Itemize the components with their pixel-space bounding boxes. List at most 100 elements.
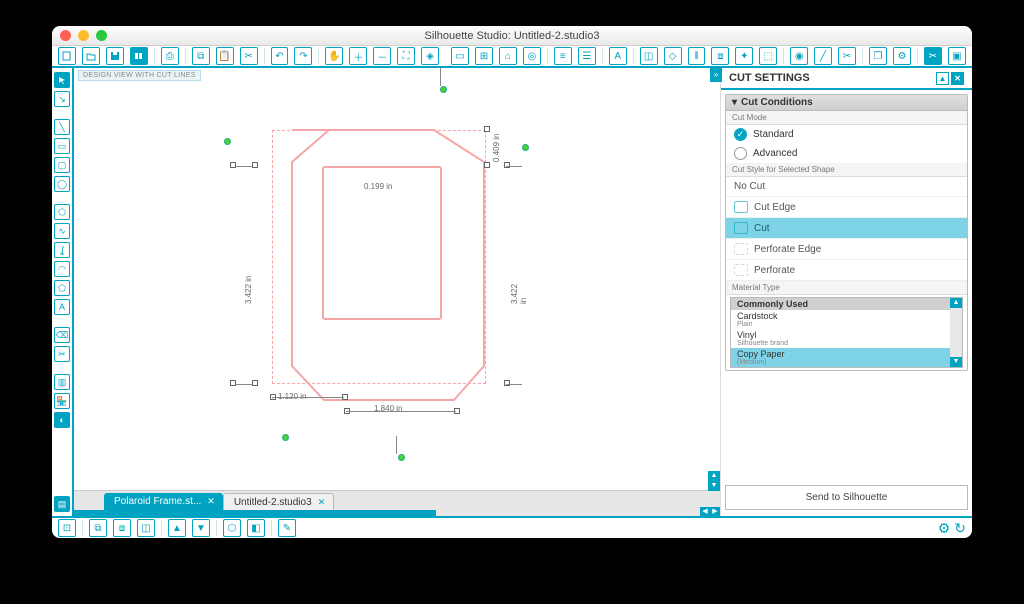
save-button[interactable] xyxy=(106,47,124,65)
offset-button[interactable]: ◫ xyxy=(640,47,658,65)
panel-up-button[interactable]: ▲ xyxy=(936,72,949,85)
resize-handle[interactable] xyxy=(484,162,490,168)
rounded-rect-tool[interactable]: ▢ xyxy=(54,157,70,173)
registration-button[interactable]: ⌂ xyxy=(499,47,517,65)
weld-button[interactable]: ⬡ xyxy=(223,519,241,537)
cut-style-perforate-edge[interactable]: Perforate Edge xyxy=(726,239,967,260)
page-settings-button[interactable]: ▭ xyxy=(451,47,469,65)
knife-button[interactable]: ✂ xyxy=(838,47,856,65)
cut-mode-standard[interactable]: Standard xyxy=(726,125,967,144)
text-button[interactable]: A xyxy=(609,47,627,65)
resize-handle[interactable] xyxy=(484,126,490,132)
crop-button[interactable]: ◧ xyxy=(247,519,265,537)
pan-button[interactable]: ✋ xyxy=(325,47,343,65)
compound-button[interactable]: ◫ xyxy=(137,519,155,537)
sketch-button[interactable]: ╱ xyxy=(814,47,832,65)
tab-polaroid[interactable]: Polaroid Frame.st... ✕ xyxy=(104,493,223,511)
horizontal-scrollbar[interactable]: ◀ ▶ xyxy=(74,510,720,516)
nesting-button[interactable]: ⬚ xyxy=(759,47,777,65)
notebook-tool[interactable]: ▥ xyxy=(54,374,70,390)
scroll-right-button[interactable]: ▶ xyxy=(710,507,720,516)
rhinestone-button[interactable]: ◉ xyxy=(790,47,808,65)
cut-mode-advanced[interactable]: Advanced xyxy=(726,144,967,163)
rotate-handle[interactable] xyxy=(282,434,289,441)
bring-front-button[interactable]: ▲ xyxy=(168,519,186,537)
panel-close-button[interactable]: ✕ xyxy=(951,72,964,85)
fill-button[interactable]: ☰ xyxy=(578,47,596,65)
scroll-left-button[interactable]: ◀ xyxy=(700,507,710,516)
resize-handle[interactable] xyxy=(230,162,236,168)
print-button[interactable]: ⎙ xyxy=(161,47,179,65)
resize-handle[interactable] xyxy=(504,380,510,386)
resize-handle[interactable] xyxy=(504,162,510,168)
modify-button[interactable]: ✦ xyxy=(735,47,753,65)
scroll-down-icon[interactable]: ▼ xyxy=(950,357,962,367)
library-button[interactable] xyxy=(130,47,148,65)
material-cardstock[interactable]: Cardstock Plain xyxy=(731,310,962,329)
rotate-handle[interactable] xyxy=(398,454,405,461)
curve-tool[interactable]: ∿ xyxy=(54,223,70,239)
misc-tool[interactable]: ◐ xyxy=(54,412,70,428)
pixscan-button[interactable]: ◎ xyxy=(523,47,541,65)
scroll-down-button[interactable]: ▼ xyxy=(708,481,720,491)
undo-button[interactable]: ↶ xyxy=(271,47,289,65)
send-back-button[interactable]: ▼ xyxy=(192,519,210,537)
send-button[interactable]: ▣ xyxy=(948,47,966,65)
material-list[interactable]: Commonly Used Cardstock Plain Vinyl Silh… xyxy=(730,297,963,368)
scroll-thumb[interactable] xyxy=(74,510,436,516)
replicate-button[interactable]: ⧈ xyxy=(711,47,729,65)
collapse-tool[interactable]: ▤ xyxy=(54,496,70,512)
layers-button[interactable]: ❐ xyxy=(869,47,887,65)
cut-style-cut-edge[interactable]: Cut Edge xyxy=(726,197,967,218)
regular-polygon-tool[interactable]: ⬠ xyxy=(54,280,70,296)
linestyle-button[interactable]: ≡ xyxy=(554,47,572,65)
rotate-handle[interactable] xyxy=(522,144,529,151)
material-vinyl[interactable]: Vinyl Silhouette brand xyxy=(731,329,962,348)
polygon-tool[interactable]: ⬠ xyxy=(54,204,70,220)
cut-button[interactable]: ✂ xyxy=(240,47,258,65)
cut-settings-button[interactable]: ✂ xyxy=(924,47,942,65)
material-copy-paper[interactable]: Copy Paper (Medium) xyxy=(731,348,962,367)
edit-points-tool[interactable]: ↘ xyxy=(54,91,70,107)
open-file-button[interactable] xyxy=(82,47,100,65)
rotate-handle[interactable] xyxy=(224,138,231,145)
group-button[interactable]: ⧉ xyxy=(89,519,107,537)
refresh-icon[interactable]: ↻ xyxy=(954,520,966,537)
ellipse-tool[interactable]: ◯ xyxy=(54,176,70,192)
eraser-tool[interactable]: ⌫ xyxy=(54,327,70,343)
tab-untitled[interactable]: Untitled-2.studio3 ✕ xyxy=(223,493,334,511)
knife-tool[interactable]: ✂ xyxy=(54,346,70,362)
dropper-button[interactable]: ✎ xyxy=(278,519,296,537)
align-button[interactable]: ⫴ xyxy=(688,47,706,65)
zoom-out-button[interactable]: － xyxy=(373,47,391,65)
scroll-up-icon[interactable]: ▲ xyxy=(950,298,962,308)
arc-tool[interactable]: ◠ xyxy=(54,261,70,277)
section-header[interactable]: ▾ Cut Conditions xyxy=(726,95,967,111)
text-tool[interactable]: A xyxy=(54,299,70,315)
store-tool[interactable]: 🏪 xyxy=(54,393,70,409)
paste-button[interactable]: 📋 xyxy=(216,47,234,65)
close-tab-icon[interactable]: ✕ xyxy=(207,496,215,507)
material-scrollbar[interactable]: ▲ ▼ xyxy=(950,298,962,367)
zoom-selection-button[interactable]: ◈ xyxy=(421,47,439,65)
zoom-fit-button[interactable]: ⛶ xyxy=(397,47,415,65)
copy-button[interactable]: ⧉ xyxy=(192,47,210,65)
select-all-button[interactable]: ⊡ xyxy=(58,519,76,537)
cut-style-no-cut[interactable]: No Cut xyxy=(726,177,967,197)
select-tool[interactable] xyxy=(54,72,70,88)
resize-handle[interactable] xyxy=(230,380,236,386)
trace-button[interactable]: ◇ xyxy=(664,47,682,65)
freehand-tool[interactable]: ʆ xyxy=(54,242,70,258)
cut-style-perforate[interactable]: Perforate xyxy=(726,260,967,281)
scroll-up-button[interactable]: ▲ xyxy=(708,471,720,481)
ungroup-button[interactable]: ⧈ xyxy=(113,519,131,537)
preferences-button[interactable]: ⚙ xyxy=(893,47,911,65)
rotate-handle[interactable] xyxy=(440,86,447,93)
grid-button[interactable]: ⊞ xyxy=(475,47,493,65)
redo-button[interactable]: ↷ xyxy=(294,47,312,65)
design-canvas[interactable]: 3.422 in 3.422 in 1.120 in 1.840 in 0.40… xyxy=(74,68,720,490)
resize-handle[interactable] xyxy=(252,380,258,386)
cut-style-cut[interactable]: Cut xyxy=(726,218,967,239)
resize-handle[interactable] xyxy=(252,162,258,168)
close-tab-icon[interactable]: ✕ xyxy=(318,497,326,508)
